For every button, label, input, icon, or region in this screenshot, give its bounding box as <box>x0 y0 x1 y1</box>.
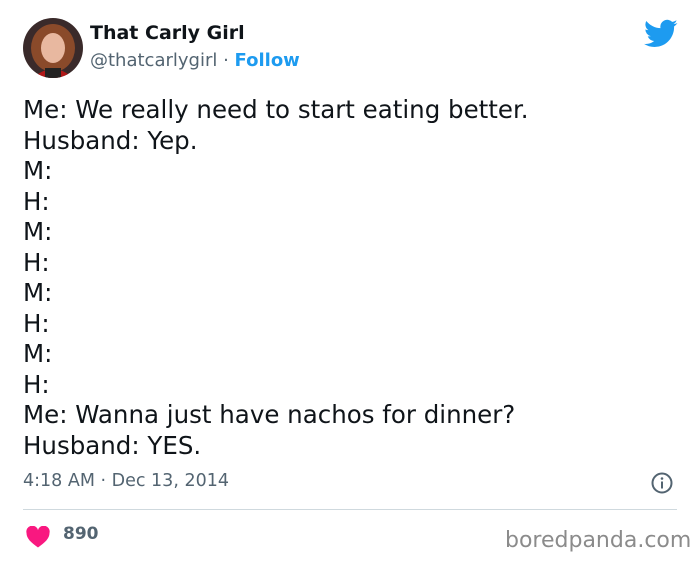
tweet-line: M: <box>23 339 53 368</box>
user-handle[interactable]: @thatcarlygirl <box>90 50 217 71</box>
tweet-line: M: <box>23 278 53 307</box>
info-icon[interactable] <box>651 472 673 494</box>
tweet-line: Me: We really need to start eating bette… <box>23 95 529 124</box>
tweet-card: That Carly Girl @thatcarlygirl · Follow … <box>0 0 700 563</box>
source-watermark: boredpanda.com <box>505 528 692 553</box>
tweet-timestamp[interactable]: 4:18 AM · Dec 13, 2014 <box>23 471 229 491</box>
twitter-bird-icon[interactable] <box>644 18 678 48</box>
tweet-line: H: <box>23 369 50 399</box>
tweet-line: M: <box>23 217 53 246</box>
avatar[interactable] <box>23 18 83 78</box>
tweet-line: H: <box>23 186 50 216</box>
tweet-line: H: <box>23 308 50 338</box>
like-count[interactable]: 890 <box>63 524 99 544</box>
tweet-line: Husband: Yep. <box>23 125 198 155</box>
tweet-line: H: <box>23 247 50 277</box>
display-name[interactable]: That Carly Girl <box>90 22 245 44</box>
tweet-line: Me: Wanna just have nachos for dinner? <box>23 400 516 429</box>
tweet-text: Me: We really need to start eating bette… <box>23 95 683 461</box>
tweet-line: Husband: YES. <box>23 430 202 460</box>
handle-separator: · <box>217 50 235 71</box>
tweet-line: M: <box>23 156 53 185</box>
heart-icon[interactable] <box>26 525 50 548</box>
divider <box>23 509 677 510</box>
follow-button[interactable]: Follow <box>235 50 300 71</box>
handle-line: @thatcarlygirl · Follow <box>90 50 300 71</box>
